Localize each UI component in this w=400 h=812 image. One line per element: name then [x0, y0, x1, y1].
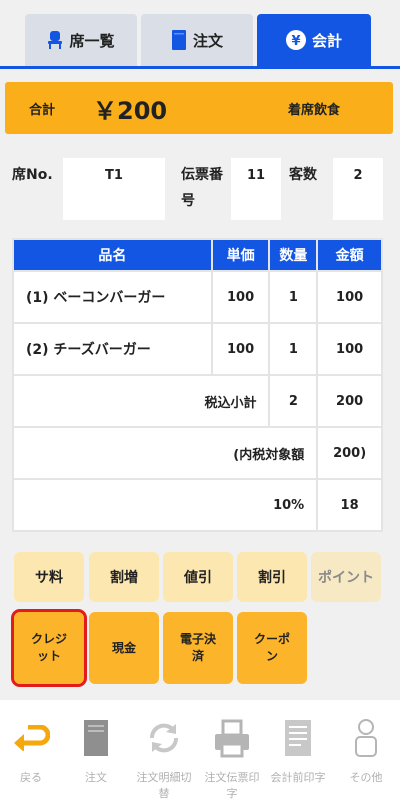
tax-row: 10% 18 — [11, 478, 383, 532]
seat-number-value: T1 — [63, 158, 165, 220]
service-charge-button[interactable]: サ料 — [14, 552, 84, 602]
subtotal-label: 税込小計 — [11, 374, 271, 428]
item-amount: 100 — [316, 322, 383, 376]
tax-amount: 18 — [316, 478, 383, 532]
item-name: (2) チーズバーガー — [12, 322, 213, 376]
pre-checkout-print-label: 会計前印字 — [270, 771, 326, 784]
printer-icon — [199, 716, 265, 760]
price-discount-button[interactable]: 値引 — [163, 552, 233, 602]
total-label: 合計 — [29, 103, 56, 118]
coupon-label-line1: クーポ — [253, 632, 290, 646]
tab-checkout-label: 会計 — [311, 31, 342, 50]
slip-number-label-line2: 号 — [181, 193, 195, 209]
other-button[interactable]: その他 — [333, 716, 399, 786]
col-item-name: 品名 — [12, 238, 213, 272]
dining-type: 着席飲食 — [288, 103, 341, 118]
points-button[interactable]: ポイント — [311, 552, 381, 602]
coupon-label-line2: ン — [265, 649, 278, 663]
taxable-amount: 200) — [316, 426, 383, 480]
tab-bar: 席一覧 注文 ¥ 会計 — [0, 0, 400, 70]
total-bar: 合計 ￥200 着席飲食 — [5, 82, 393, 134]
seat-number-label: 席No. — [12, 167, 53, 183]
taxable-label: (内税対象額 — [11, 426, 319, 480]
footer-order-button[interactable]: 注文 — [63, 716, 129, 786]
col-amount: 金額 — [316, 238, 383, 272]
print-order-slip-label: 注文伝票印 字 — [199, 770, 265, 802]
back-button[interactable]: 戻る — [0, 716, 64, 786]
guest-count-label: 客数 — [289, 167, 317, 183]
credit-card-label-line1: クレジ — [30, 632, 67, 646]
credit-card-label-line2: ット — [36, 649, 61, 663]
tab-order[interactable]: 注文 — [141, 14, 253, 66]
print-order-slip-label-line1: 注文伝票印 — [204, 771, 260, 784]
tab-seat-list[interactable]: 席一覧 — [25, 14, 137, 66]
table-header-row: 品名 単価 数量 金額 — [12, 238, 383, 272]
subtotal-qty: 2 — [268, 374, 319, 428]
item-qty: 1 — [268, 270, 319, 324]
surcharge-button[interactable]: 割増 — [89, 552, 159, 602]
coupon-button[interactable]: クーポ ン — [237, 612, 307, 684]
refresh-icon — [131, 716, 197, 760]
tab-underline — [0, 66, 400, 69]
item-amount: 100 — [316, 270, 383, 324]
e-money-label-line2: 済 — [191, 649, 204, 663]
slip-number-value: 11 — [231, 158, 281, 220]
guest-count-value: 2 — [333, 158, 383, 220]
toggle-detail-label-line1: 注文明細切 — [136, 771, 192, 784]
slip-number-label-line1: 伝票番 — [181, 167, 223, 183]
other-label: その他 — [349, 771, 383, 784]
subtotal-row: 税込小計 2 200 — [11, 374, 383, 428]
person-icon — [333, 716, 399, 760]
order-table: 品名 単価 数量 金額 (1) ベーコンバーガー 100 1 100 (2) チ… — [11, 238, 383, 532]
pre-checkout-print-button[interactable]: 会計前印字 — [265, 716, 331, 786]
menu-book-icon — [171, 30, 187, 50]
toggle-detail-button[interactable]: 注文明細切 替 — [131, 716, 197, 802]
order-book-icon — [63, 716, 129, 760]
cash-button[interactable]: 現金 — [89, 612, 159, 684]
col-quantity: 数量 — [268, 238, 319, 272]
item-price: 100 — [210, 270, 271, 324]
e-money-label-line1: 電子決 — [179, 632, 216, 646]
col-unit-price: 単価 — [210, 238, 271, 272]
percent-discount-button[interactable]: 割引 — [237, 552, 307, 602]
return-arrow-icon — [0, 716, 64, 760]
back-label: 戻る — [20, 771, 42, 784]
toggle-detail-label-line2: 替 — [158, 787, 170, 800]
subtotal-amount: 200 — [316, 374, 383, 428]
toggle-detail-label: 注文明細切 替 — [131, 770, 197, 802]
total-amount: ￥200 — [93, 97, 168, 125]
yen-coin-icon: ¥ — [285, 30, 306, 50]
taxable-row: (内税対象額 200) — [11, 426, 383, 480]
item-price: 100 — [210, 322, 271, 376]
e-money-button[interactable]: 電子決 済 — [163, 612, 233, 684]
print-order-slip-button[interactable]: 注文伝票印 字 — [199, 716, 265, 802]
tax-rate: 10% — [11, 478, 319, 532]
bottom-toolbar: 戻る 注文 注文明細切 替 注文伝票印 字 会計前印字 その他 — [0, 700, 400, 812]
print-order-slip-label-line2: 字 — [226, 787, 238, 800]
svg-text:¥: ¥ — [291, 34, 300, 49]
slip-number-label: 伝票番 号 — [181, 162, 223, 214]
table-row[interactable]: (1) ベーコンバーガー 100 1 100 — [12, 270, 383, 324]
table-row[interactable]: (2) チーズバーガー 100 1 100 — [12, 322, 383, 376]
tab-order-label: 注文 — [192, 31, 223, 50]
tab-checkout[interactable]: ¥ 会計 — [257, 14, 371, 66]
item-qty: 1 — [268, 322, 319, 376]
chair-icon — [47, 31, 63, 49]
item-name: (1) ベーコンバーガー — [12, 270, 213, 324]
footer-order-label: 注文 — [85, 771, 107, 784]
receipt-icon — [265, 716, 331, 760]
tab-seat-list-label: 席一覧 — [69, 31, 115, 50]
credit-card-button[interactable]: クレジ ット — [11, 609, 87, 687]
